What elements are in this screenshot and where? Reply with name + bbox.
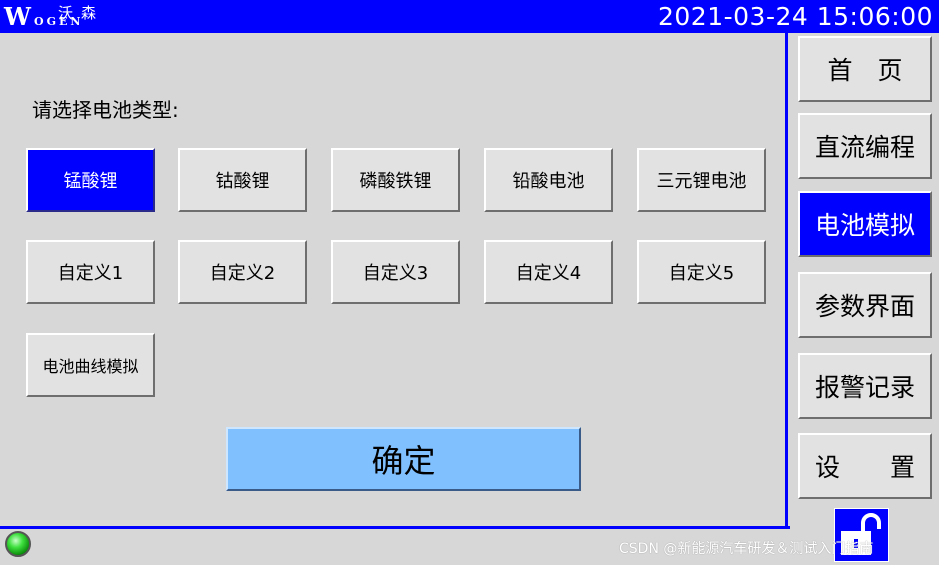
battery-type-button-lead-acid[interactable]: 铅酸电池 — [484, 148, 613, 212]
status-indicator-light — [5, 531, 31, 557]
battery-type-button-custom-1[interactable]: 自定义1 — [26, 240, 155, 304]
watermark-text: CSDN @新能源汽车研发＆测试入门指南 — [619, 541, 874, 557]
battery-type-button-lco[interactable]: 钴酸锂 — [178, 148, 307, 212]
nav-settings-button[interactable]: 设 置 — [798, 433, 932, 499]
nav-parameters-button[interactable]: 参数界面 — [798, 272, 932, 338]
battery-type-button-custom-5[interactable]: 自定义5 — [637, 240, 766, 304]
nav-home-button[interactable]: 首 页 — [798, 36, 932, 102]
battery-type-button-custom-4[interactable]: 自定义4 — [484, 240, 613, 304]
battery-type-button-custom-2[interactable]: 自定义2 — [178, 240, 307, 304]
clock-display: 2021-03-24 15:06:00 — [657, 2, 933, 31]
nav-dc-programming-button[interactable]: 直流编程 — [798, 113, 932, 179]
status-bar-divider — [0, 526, 790, 529]
battery-curve-sim-button[interactable]: 电池曲线模拟 — [26, 333, 155, 397]
battery-type-button-lfp[interactable]: 磷酸铁锂 — [331, 148, 460, 212]
confirm-button[interactable]: 确定 — [226, 427, 581, 491]
brand-logo: W OGEN 沃森 — [4, 2, 126, 31]
nav-battery-sim-button[interactable]: 电池模拟 — [798, 191, 932, 257]
logo-initial: W — [4, 2, 31, 31]
battery-type-button-custom-3[interactable]: 自定义3 — [331, 240, 460, 304]
logo-chinese-text: 沃森 — [58, 4, 105, 22]
title-bar: W OGEN 沃森 2021-03-24 15:06:00 — [0, 0, 939, 33]
battery-type-button-lmo[interactable]: 锰酸锂 — [26, 148, 155, 212]
nav-alarm-log-button[interactable]: 报警记录 — [798, 353, 932, 419]
battery-type-prompt: 请选择电池类型: — [32, 98, 179, 122]
battery-type-button-ternary[interactable]: 三元锂电池 — [637, 148, 766, 212]
